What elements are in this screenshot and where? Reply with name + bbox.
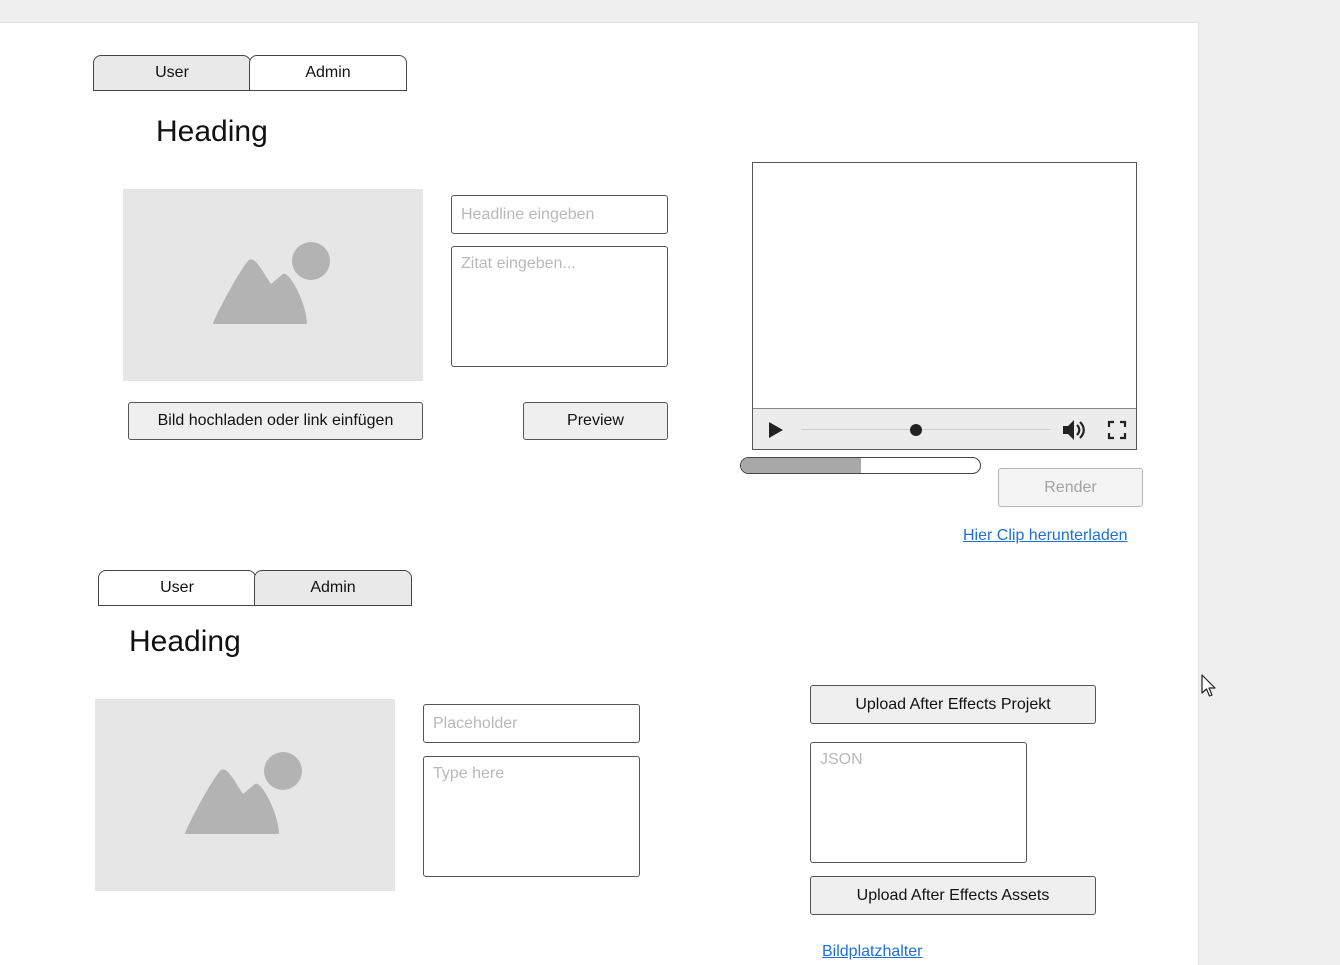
upload-project-button[interactable]: Upload After Effects Projekt <box>810 685 1096 724</box>
headline-input[interactable] <box>451 195 668 234</box>
image-placeholder-icon <box>185 752 302 834</box>
upload-assets-button[interactable]: Upload After Effects Assets <box>810 876 1096 915</box>
volume-icon[interactable] <box>1062 419 1086 441</box>
render-progress-fill <box>741 458 861 473</box>
fullscreen-icon[interactable] <box>1107 420 1127 440</box>
render-progress-bar <box>740 457 981 474</box>
type-here-textarea[interactable] <box>423 756 640 877</box>
json-textarea[interactable] <box>810 742 1027 863</box>
download-clip-link[interactable]: Hier Clip herunterladen <box>963 527 1128 545</box>
page-heading: Heading <box>156 115 268 148</box>
quote-textarea[interactable] <box>451 246 668 367</box>
preview-button[interactable]: Preview <box>523 402 668 440</box>
image-placeholder <box>123 189 423 381</box>
placeholder-input[interactable] <box>423 704 640 743</box>
page-heading: Heading <box>129 625 241 658</box>
play-icon[interactable] <box>768 421 784 439</box>
tab-admin[interactable]: Admin <box>254 570 412 606</box>
seek-handle[interactable] <box>910 424 922 436</box>
mouse-cursor-icon <box>1201 674 1216 697</box>
upload-image-button[interactable]: Bild hochladen oder link einfügen <box>128 402 423 440</box>
image-placeholder <box>95 699 395 891</box>
render-button[interactable]: Render <box>998 468 1143 507</box>
seek-bar[interactable] <box>801 429 1051 430</box>
tab-user[interactable]: User <box>93 55 251 91</box>
image-placeholder-link[interactable]: Bildplatzhalter <box>822 943 923 961</box>
tab-admin[interactable]: Admin <box>249 55 407 91</box>
video-controls <box>753 408 1136 449</box>
video-player[interactable] <box>752 162 1137 450</box>
image-placeholder-icon <box>213 242 330 324</box>
tab-user[interactable]: User <box>98 570 256 606</box>
